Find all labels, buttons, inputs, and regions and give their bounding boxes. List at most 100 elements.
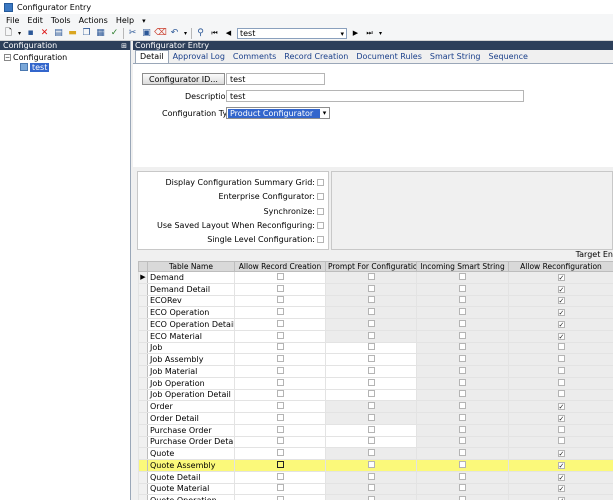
- prompt-for-configuration-checkbox[interactable]: [367, 402, 375, 410]
- prompt-for-configuration-checkbox[interactable]: [367, 331, 375, 339]
- row-indicator[interactable]: [138, 376, 148, 390]
- allow-record-creation-checkbox[interactable]: [276, 343, 284, 351]
- chevron-down-icon[interactable]: ▾: [340, 30, 344, 38]
- table-name-cell[interactable]: Quote Detail: [147, 470, 235, 484]
- row-indicator[interactable]: [138, 400, 148, 413]
- prompt-for-configuration-checkbox[interactable]: [367, 343, 375, 351]
- allow-record-creation-checkbox[interactable]: [276, 272, 284, 280]
- table-row[interactable]: ▶ Demand ✓: [138, 271, 613, 284]
- configurator-id-button[interactable]: Configurator ID...: [142, 73, 225, 85]
- save-icon[interactable]: ▪: [25, 28, 36, 39]
- configuration-type-select[interactable]: Product Configurator ▾: [226, 107, 330, 119]
- prompt-for-configuration-checkbox[interactable]: [367, 366, 375, 374]
- allow-record-creation-checkbox[interactable]: [276, 449, 284, 457]
- record-combo[interactable]: test ▾: [237, 28, 347, 39]
- nav-overflow-icon[interactable]: ▾: [378, 28, 383, 39]
- table-name-cell[interactable]: Quote Operation: [147, 494, 235, 500]
- incoming-smart-string-checkbox[interactable]: [459, 402, 466, 410]
- allow-record-creation-checkbox[interactable]: [276, 296, 284, 304]
- row-indicator[interactable]: [138, 388, 148, 402]
- paste-icon[interactable]: ▣: [141, 28, 152, 39]
- allow-reconfiguration-checkbox[interactable]: ✓: [557, 285, 565, 293]
- table-row[interactable]: Order ✓: [138, 400, 613, 413]
- prompt-for-configuration-checkbox[interactable]: [367, 355, 375, 363]
- allow-reconfiguration-checkbox[interactable]: [557, 343, 565, 351]
- incoming-smart-string-checkbox[interactable]: [459, 331, 466, 339]
- table-row[interactable]: Order Detail ✓: [138, 412, 613, 425]
- column-header[interactable]: Table Name: [147, 261, 235, 272]
- allow-record-creation-checkbox[interactable]: [276, 378, 284, 386]
- row-indicator[interactable]: [138, 494, 148, 500]
- table-name-cell[interactable]: Quote Assembly: [147, 459, 235, 472]
- table-row[interactable]: ECO Material ✓: [138, 329, 613, 343]
- prompt-for-configuration-checkbox[interactable]: [367, 308, 375, 316]
- tab-record-creation[interactable]: Record Creation: [280, 51, 352, 63]
- prompt-for-configuration-checkbox[interactable]: [367, 390, 375, 398]
- incoming-smart-string-checkbox[interactable]: [459, 449, 466, 457]
- menu-file[interactable]: File: [6, 16, 19, 25]
- allow-record-creation-checkbox[interactable]: [276, 437, 284, 445]
- configurator-id-field[interactable]: test: [226, 73, 325, 85]
- incoming-smart-string-checkbox[interactable]: [459, 355, 466, 363]
- allow-reconfiguration-checkbox[interactable]: ✓: [557, 450, 565, 458]
- table-name-cell[interactable]: Job Operation Detail: [147, 388, 235, 402]
- menu-tools[interactable]: Tools: [51, 16, 71, 25]
- column-header[interactable]: Incoming Smart String: [416, 261, 509, 272]
- table-row[interactable]: Purchase Order: [138, 423, 613, 437]
- table-row[interactable]: Job Operation Detail: [138, 388, 613, 402]
- table-row[interactable]: Quote ✓: [138, 447, 613, 460]
- incoming-smart-string-checkbox[interactable]: [459, 319, 466, 327]
- table-row[interactable]: Demand Detail ✓: [138, 282, 613, 296]
- undo-dropdown-icon[interactable]: ▾: [183, 28, 188, 39]
- row-indicator[interactable]: [138, 329, 148, 343]
- allow-record-creation-checkbox[interactable]: [276, 425, 284, 433]
- table-row[interactable]: Quote Detail ✓: [138, 470, 613, 484]
- table-row[interactable]: Job Material: [138, 365, 613, 378]
- table-name-cell[interactable]: ECO Operation Detail: [147, 318, 235, 331]
- row-indicator[interactable]: [138, 318, 148, 331]
- allow-record-creation-checkbox[interactable]: [276, 366, 284, 374]
- table-row[interactable]: Quote Assembly ✓: [138, 459, 613, 472]
- prev-record-icon[interactable]: ◀: [223, 28, 234, 39]
- row-indicator[interactable]: [138, 412, 148, 425]
- allow-record-creation-checkbox[interactable]: [276, 402, 284, 410]
- pin-icon[interactable]: ⊞: [121, 42, 127, 50]
- row-indicator[interactable]: ▶: [138, 271, 148, 284]
- menu-actions[interactable]: Actions: [79, 16, 108, 25]
- incoming-smart-string-checkbox[interactable]: [459, 366, 466, 374]
- collapse-icon[interactable]: −: [4, 53, 11, 61]
- row-indicator[interactable]: [138, 435, 148, 449]
- column-header[interactable]: Allow Record Creation: [234, 261, 326, 272]
- book-icon[interactable]: ▤: [53, 28, 64, 39]
- enterprise-configurator-checkbox[interactable]: [317, 193, 324, 200]
- new-icon[interactable]: 🗋: [3, 28, 14, 39]
- undo-icon[interactable]: ↶: [169, 28, 180, 39]
- table-name-cell[interactable]: Job Material: [147, 365, 235, 378]
- incoming-smart-string-checkbox[interactable]: [459, 296, 466, 304]
- allow-record-creation-checkbox[interactable]: [276, 472, 284, 480]
- table-name-cell[interactable]: Purchase Order: [147, 423, 235, 437]
- clear-icon[interactable]: ⌫: [154, 28, 167, 39]
- row-indicator[interactable]: [138, 282, 148, 296]
- table-name-cell[interactable]: Order Detail: [147, 412, 235, 425]
- table-name-cell[interactable]: Job Assembly: [147, 353, 235, 366]
- next-record-icon[interactable]: ▶: [350, 28, 361, 39]
- tab-smart-string[interactable]: Smart String: [426, 51, 485, 63]
- table-name-cell[interactable]: Job: [147, 341, 235, 355]
- table-name-cell[interactable]: Quote Material: [147, 482, 235, 496]
- cut-icon[interactable]: ✂: [127, 28, 138, 39]
- incoming-smart-string-checkbox[interactable]: [459, 460, 466, 468]
- row-indicator[interactable]: [138, 294, 148, 308]
- table-row[interactable]: Quote Material ✓: [138, 482, 613, 496]
- table-name-cell[interactable]: ECORev: [147, 294, 235, 308]
- chevron-down-icon[interactable]: ▾: [320, 109, 329, 117]
- table-name-cell[interactable]: Demand Detail: [147, 282, 235, 296]
- allow-record-creation-checkbox[interactable]: [276, 319, 284, 327]
- allow-reconfiguration-checkbox[interactable]: ✓: [557, 473, 565, 481]
- incoming-smart-string-checkbox[interactable]: [459, 343, 466, 351]
- allow-reconfiguration-checkbox[interactable]: ✓: [557, 485, 565, 493]
- allow-reconfiguration-checkbox[interactable]: ✓: [557, 297, 565, 305]
- prompt-for-configuration-checkbox[interactable]: [367, 449, 375, 457]
- allow-record-creation-checkbox[interactable]: [276, 331, 284, 339]
- prompt-for-configuration-checkbox[interactable]: [367, 296, 375, 304]
